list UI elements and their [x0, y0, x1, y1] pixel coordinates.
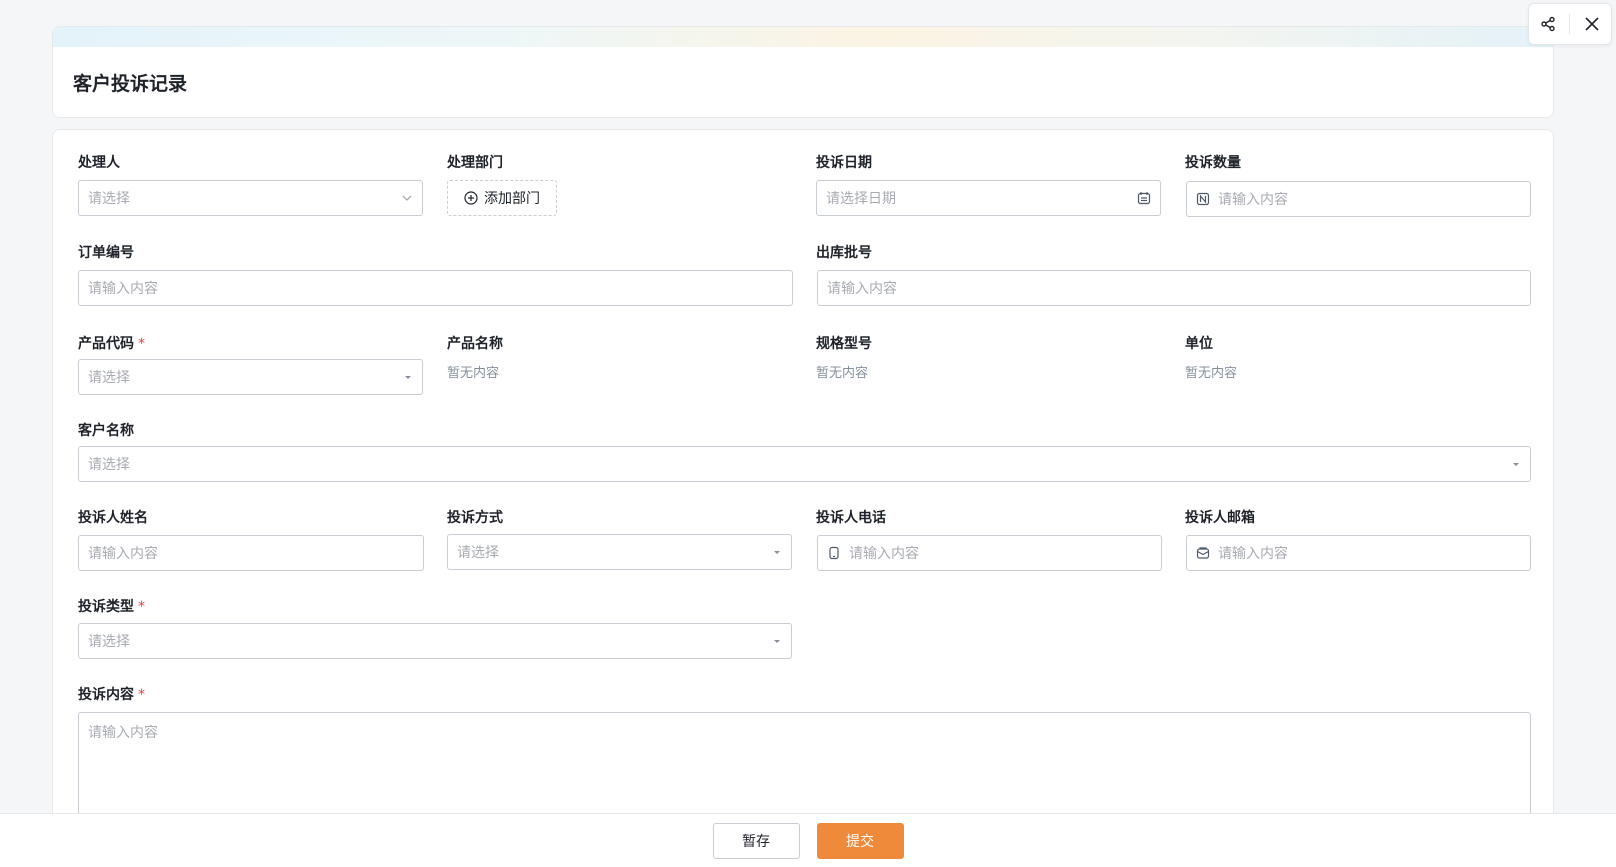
- close-button[interactable]: [1576, 8, 1608, 40]
- complaint-type-placeholder: 请选择: [88, 634, 130, 650]
- complaint-qty-label: 投诉数量: [1185, 155, 1241, 171]
- complaint-qty-input[interactable]: 请输入内容: [1186, 181, 1531, 217]
- page: 客户投诉记录 处理人 请选择 处理部门 添加部门 投诉日期 请选择日期 投诉数量…: [0, 0, 1616, 867]
- header-gradient: [53, 27, 1553, 47]
- handler-placeholder: 请选择: [88, 191, 130, 207]
- unit-value: 暂无内容: [1185, 366, 1238, 381]
- add-department-label: 添加部门: [484, 191, 540, 207]
- page-title: 客户投诉记录: [73, 73, 188, 95]
- complaint-date-placeholder: 请选择日期: [826, 191, 896, 207]
- department-label: 处理部门: [447, 155, 503, 171]
- divider: [1569, 14, 1571, 34]
- mail-icon: [1196, 546, 1210, 560]
- complaint-method-label: 投诉方式: [447, 510, 503, 526]
- product-code-label: 产品代码 *: [78, 336, 145, 352]
- product-name-value: 暂无内容: [447, 366, 500, 381]
- product-code-placeholder: 请选择: [88, 370, 130, 386]
- complainant-phone-label: 投诉人电话: [816, 510, 886, 526]
- complainant-phone-input[interactable]: 请输入内容: [817, 535, 1162, 571]
- order-no-input[interactable]: 请输入内容: [78, 270, 793, 306]
- required-mark: *: [138, 336, 145, 352]
- add-department-button[interactable]: 添加部门: [447, 180, 557, 216]
- spec-model-value: 暂无内容: [816, 366, 869, 381]
- complaint-date-picker[interactable]: 请选择日期: [816, 180, 1161, 216]
- complainant-name-placeholder: 请输入内容: [88, 546, 158, 562]
- complainant-name-label: 投诉人姓名: [78, 510, 148, 526]
- complaint-date-label: 投诉日期: [816, 155, 872, 171]
- order-no-placeholder: 请输入内容: [88, 281, 158, 297]
- complaint-content-label: 投诉内容 *: [78, 687, 145, 703]
- header-card: 客户投诉记录: [52, 26, 1554, 118]
- complainant-email-placeholder: 请输入内容: [1218, 546, 1288, 562]
- complaint-method-select[interactable]: 请选择: [447, 534, 792, 570]
- batch-no-placeholder: 请输入内容: [827, 281, 897, 297]
- complainant-email-input[interactable]: 请输入内容: [1186, 535, 1531, 571]
- caret-down-icon: [403, 372, 413, 382]
- caret-down-icon: [772, 547, 782, 557]
- caret-down-icon: [1511, 459, 1521, 469]
- batch-no-input[interactable]: 请输入内容: [817, 270, 1531, 306]
- close-icon: [1584, 16, 1600, 32]
- submit-button[interactable]: 提交: [816, 822, 904, 859]
- product-code-select[interactable]: 请选择: [78, 359, 423, 395]
- save-draft-button[interactable]: 暂存: [712, 822, 800, 859]
- plus-circle-icon: [464, 191, 478, 205]
- floating-actions: [1528, 3, 1612, 45]
- order-no-label: 订单编号: [78, 245, 134, 261]
- phone-icon: [827, 546, 841, 560]
- customer-name-placeholder: 请选择: [88, 457, 130, 473]
- handler-select[interactable]: 请选择: [78, 180, 423, 216]
- required-mark: *: [138, 599, 145, 615]
- batch-no-label: 出库批号: [816, 245, 872, 261]
- spec-model-label: 规格型号: [816, 336, 872, 352]
- complainant-email-label: 投诉人邮箱: [1185, 510, 1255, 526]
- handler-label: 处理人: [78, 155, 120, 171]
- complaint-method-placeholder: 请选择: [457, 545, 499, 561]
- caret-down-icon: [772, 636, 782, 646]
- share-icon: [1540, 16, 1556, 32]
- number-icon: [1196, 192, 1210, 206]
- unit-label: 单位: [1185, 336, 1213, 352]
- complaint-type-label: 投诉类型 *: [78, 599, 145, 615]
- complaint-qty-placeholder: 请输入内容: [1218, 192, 1288, 208]
- form-card: 处理人 请选择 处理部门 添加部门 投诉日期 请选择日期 投诉数量 请输入内容 …: [52, 129, 1554, 867]
- chevron-down-icon: [401, 192, 413, 204]
- complainant-phone-placeholder: 请输入内容: [849, 546, 919, 562]
- complaint-type-select[interactable]: 请选择: [78, 623, 792, 659]
- customer-name-label: 客户名称: [78, 423, 134, 439]
- share-button[interactable]: [1532, 8, 1564, 40]
- calendar-icon: [1137, 191, 1151, 205]
- customer-name-select[interactable]: 请选择: [78, 446, 1531, 482]
- required-mark: *: [138, 687, 145, 703]
- complaint-content-placeholder: 请输入内容: [88, 725, 158, 741]
- product-name-label: 产品名称: [447, 336, 503, 352]
- complainant-name-input[interactable]: 请输入内容: [78, 535, 424, 571]
- footer-bar: 暂存 提交: [0, 813, 1616, 867]
